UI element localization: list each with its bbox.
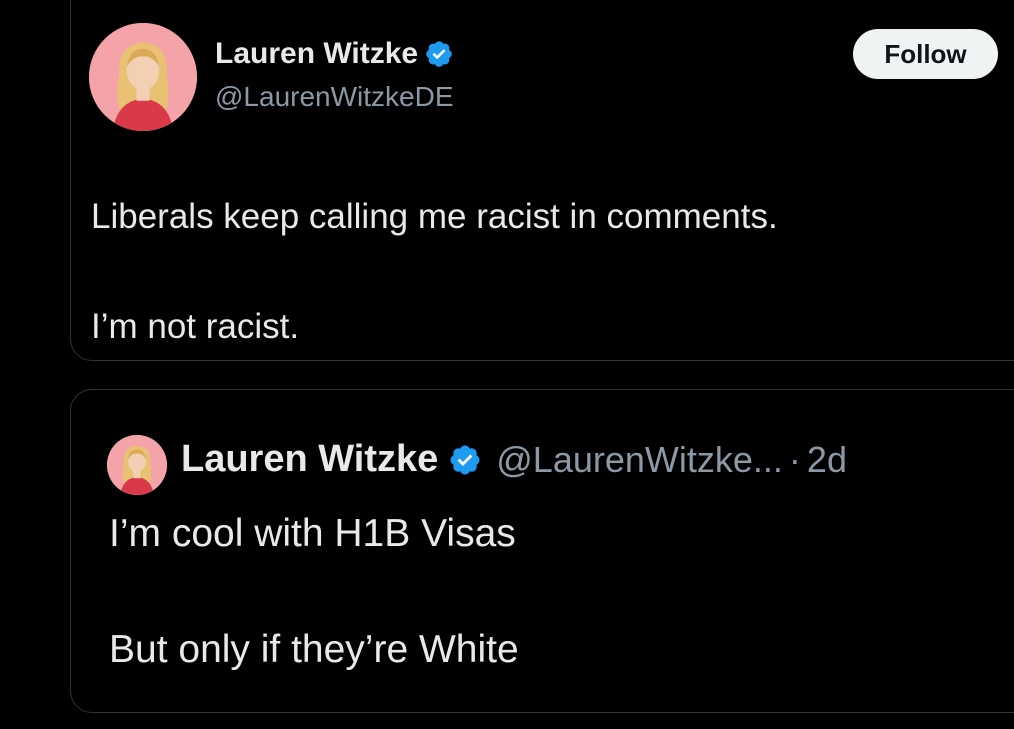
timestamp[interactable]: 2d [807, 439, 847, 481]
quoted-text-line: But only if they’re White [109, 628, 519, 671]
tweet-text-line: Liberals keep calling me racist in comme… [91, 197, 778, 236]
follow-button[interactable]: Follow [853, 29, 998, 79]
avatar[interactable] [107, 435, 167, 495]
avatar[interactable] [89, 23, 197, 131]
author-display-name[interactable]: Lauren Witzke [215, 37, 418, 71]
author-name-row: Lauren Witzke [215, 37, 454, 71]
quoted-author-row: Lauren Witzke @LaurenWitzke... · 2d [181, 438, 847, 481]
tweet-text-line: I’m not racist. [91, 307, 300, 346]
verified-badge-icon[interactable] [448, 443, 482, 477]
quoted-author-handle[interactable]: @LaurenWitzke... [496, 439, 783, 481]
separator-dot: · [788, 438, 801, 480]
quoted-author-display-name[interactable]: Lauren Witzke [181, 438, 438, 481]
author-handle[interactable]: @LaurenWitzkeDE [215, 81, 454, 113]
quoted-text-line: I’m cool with H1B Visas [109, 512, 516, 555]
profile-photo-icon [89, 23, 197, 131]
main-tweet-card[interactable]: Lauren Witzke @LaurenWitzkeDE Follow Lib… [70, 0, 1014, 361]
profile-photo-icon [107, 435, 167, 495]
verified-badge-icon[interactable] [424, 39, 454, 69]
quoted-tweet-card[interactable]: Lauren Witzke @LaurenWitzke... · 2d I’m … [70, 389, 1014, 713]
